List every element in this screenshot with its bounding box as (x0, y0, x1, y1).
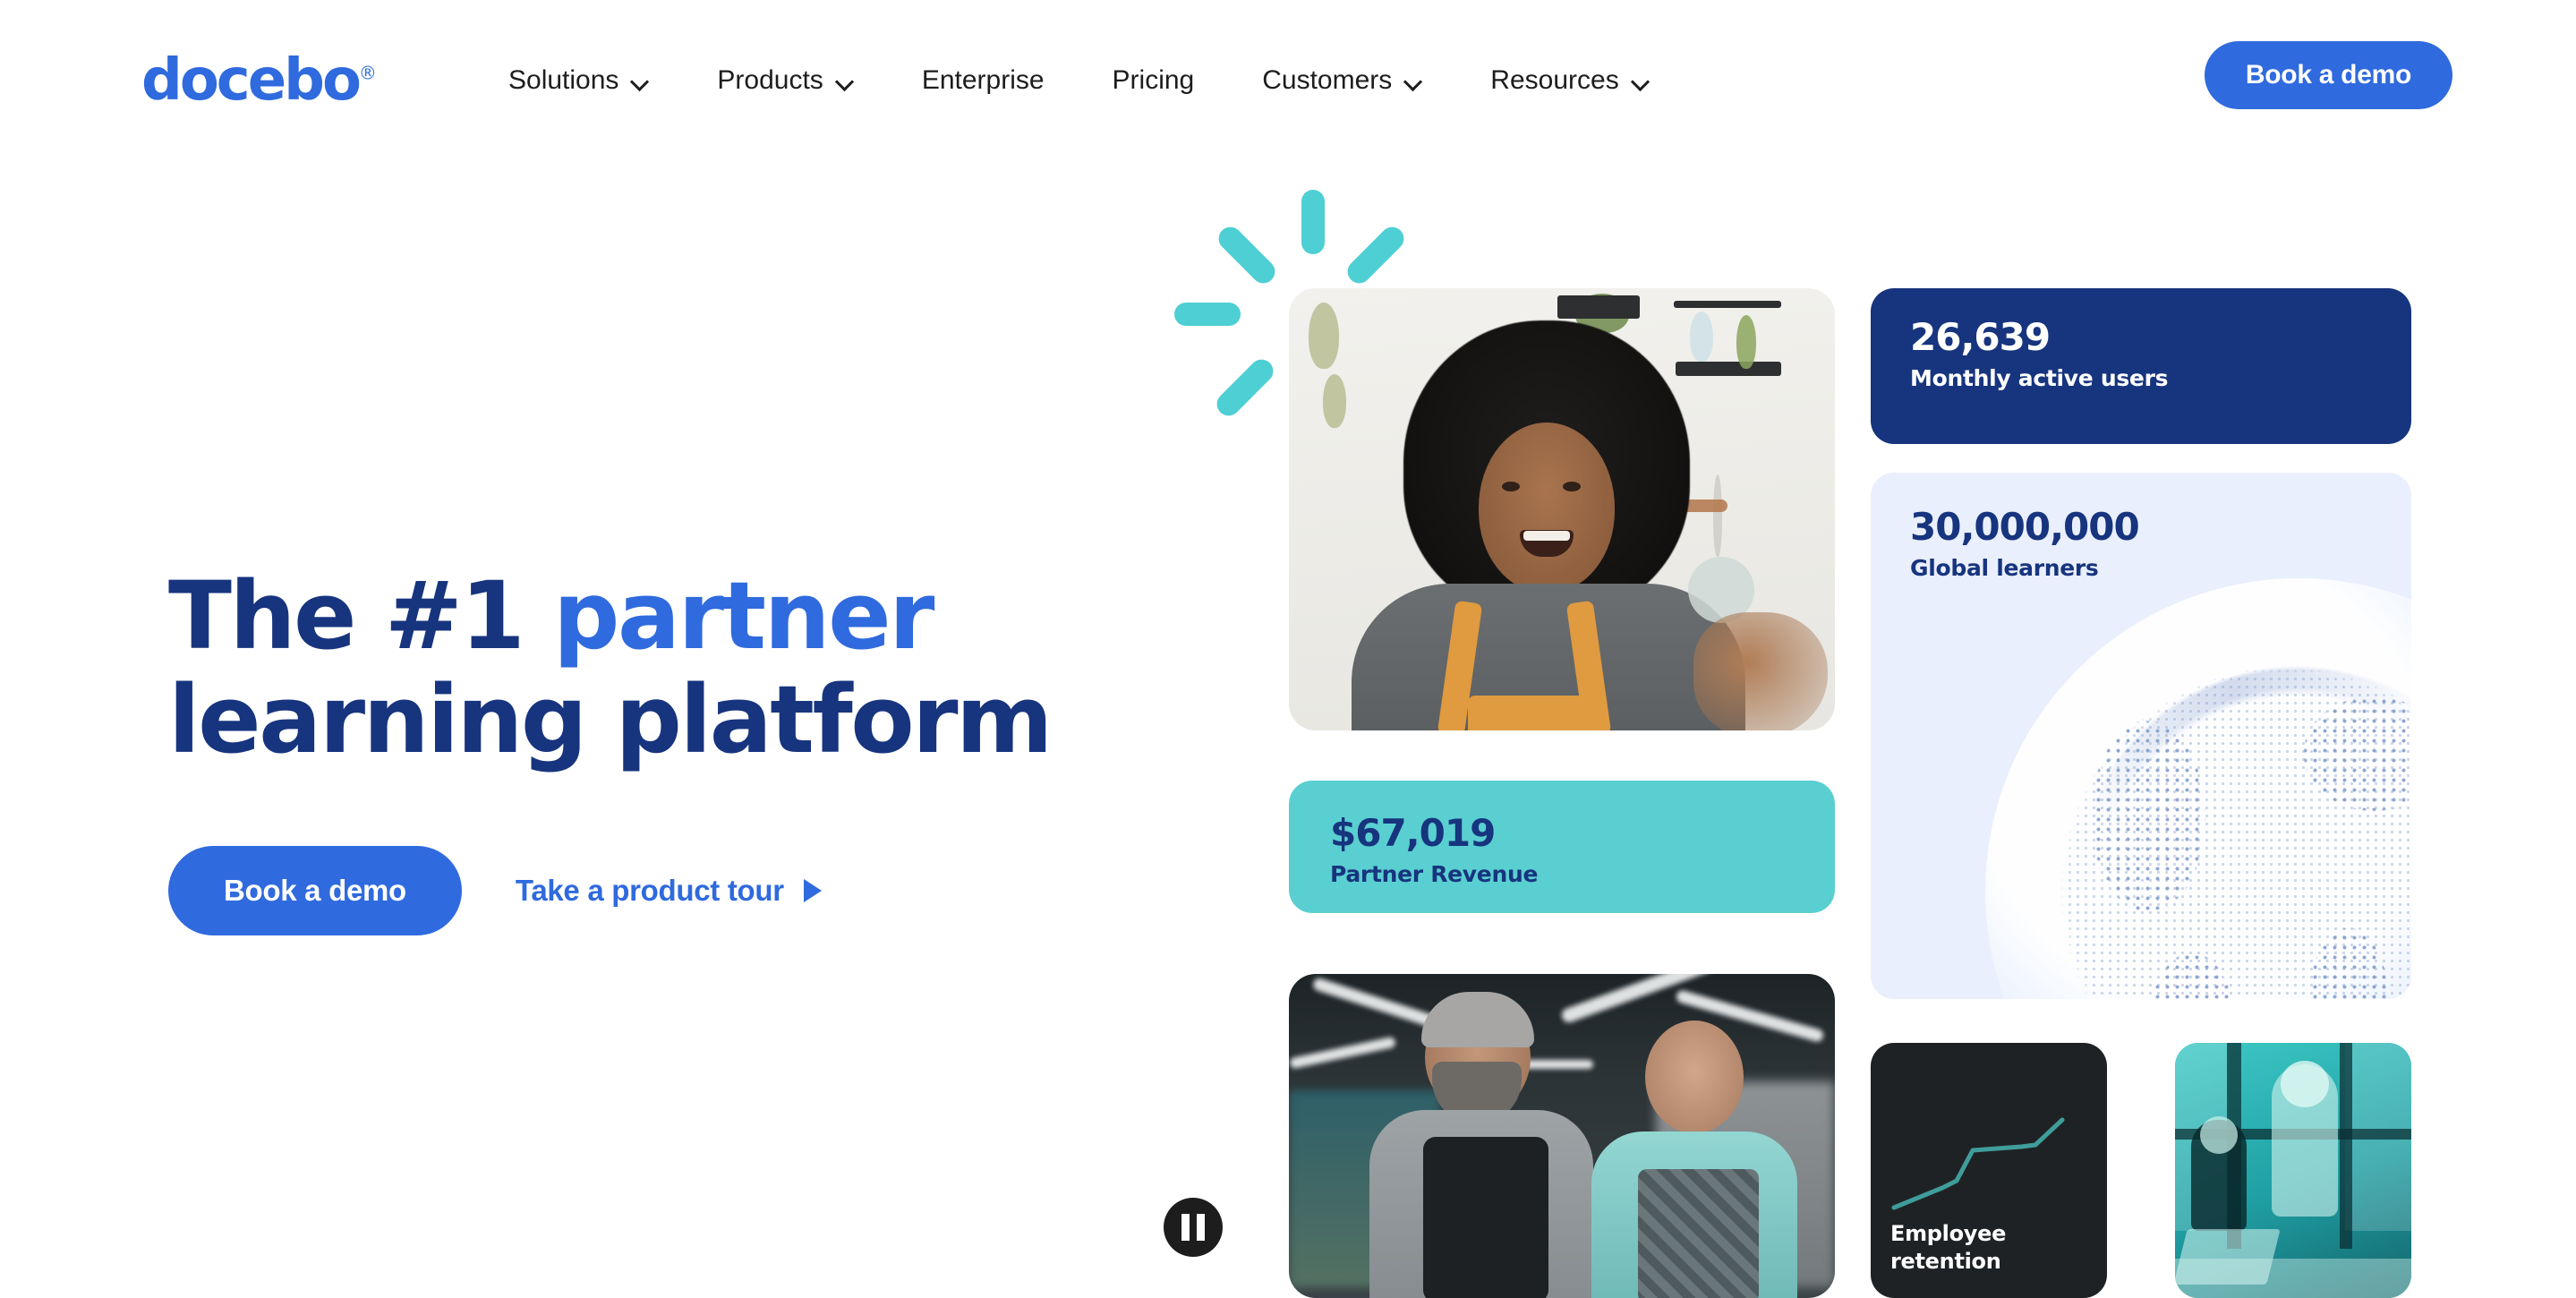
nav-item-enterprise[interactable]: Enterprise (888, 63, 1079, 98)
carousel-pause-button[interactable] (1164, 1198, 1223, 1257)
nav-item-label: Enterprise (921, 65, 1045, 95)
employee-retention-label: Employee retention (1890, 1220, 2006, 1275)
hero-copy: The #1 partner learning platform Book a … (168, 564, 1153, 935)
employee-retention-label-line2: retention (1890, 1248, 2001, 1274)
partner-revenue-label: Partner Revenue (1330, 861, 1539, 887)
docebo-logo[interactable]: docebo® (141, 52, 377, 109)
nav-item-label: Customers (1262, 65, 1393, 95)
stat-card-partner-revenue: $67,019 Partner Revenue (1289, 781, 1835, 913)
stat-card-global-learners: 30,000,000 Global learners (1871, 473, 2411, 999)
nav-item-label: Solutions (508, 65, 619, 95)
partner-revenue-value: $67,019 (1330, 811, 1496, 855)
headline-line1-plain: The #1 (168, 561, 553, 670)
pause-icon-bar-right (1197, 1214, 1205, 1241)
monthly-active-users-label: Monthly active users (1910, 365, 2169, 391)
stat-card-employee-retention: Employee retention (1871, 1043, 2107, 1298)
headline-line1-accent: partner (552, 561, 935, 670)
header-book-a-demo-button[interactable]: Book a demo (2204, 41, 2452, 109)
nav-item-solutions[interactable]: Solutions (474, 63, 683, 98)
headline-line2: learning platform (168, 665, 1053, 775)
stat-card-monthly-active-users: 26,639 Monthly active users (1871, 288, 2411, 444)
nav-item-label: Products (717, 65, 823, 95)
primary-navigation: Solutions Products Enterprise Pricing Cu… (474, 63, 1684, 98)
chevron-down-icon (836, 75, 854, 86)
hero-photo-teal-duotone (2175, 1043, 2411, 1298)
page-title: The #1 partner learning platform (168, 564, 1153, 773)
take-a-product-tour-link[interactable]: Take a product tour (516, 874, 822, 908)
globe-icon (1985, 578, 2411, 999)
registered-trademark-icon: ® (358, 62, 377, 84)
monthly-active-users-value: 26,639 (1910, 315, 2051, 359)
hero-book-a-demo-button[interactable]: Book a demo (168, 845, 462, 935)
employee-retention-label-line1: Employee (1890, 1221, 2007, 1246)
global-learners-value: 30,000,000 (1910, 505, 2140, 549)
play-triangle-icon (803, 878, 822, 902)
site-header: docebo® Solutions Products Enterprise Pr… (0, 0, 2576, 177)
logo-wordmark: docebo (141, 47, 362, 114)
hero-photo-store-employees (1289, 974, 1835, 1298)
nav-item-pricing[interactable]: Pricing (1079, 63, 1229, 98)
nav-item-customers[interactable]: Customers (1228, 63, 1456, 98)
pause-icon-bar-left (1181, 1214, 1190, 1241)
hero-photo-woman (1289, 288, 1835, 730)
chevron-down-icon (631, 75, 649, 86)
chevron-down-icon (1404, 75, 1422, 86)
nav-item-products[interactable]: Products (683, 63, 887, 98)
nav-item-resources[interactable]: Resources (1456, 63, 1683, 98)
chevron-down-icon (1632, 75, 1650, 86)
nav-item-label: Resources (1490, 65, 1619, 95)
global-learners-label: Global learners (1910, 555, 2099, 581)
product-tour-label: Take a product tour (515, 873, 784, 907)
hero-cta-group: Book a demo Take a product tour (168, 845, 1153, 935)
nav-item-label: Pricing (1112, 65, 1195, 95)
retention-trend-line-icon (1891, 1117, 2065, 1210)
